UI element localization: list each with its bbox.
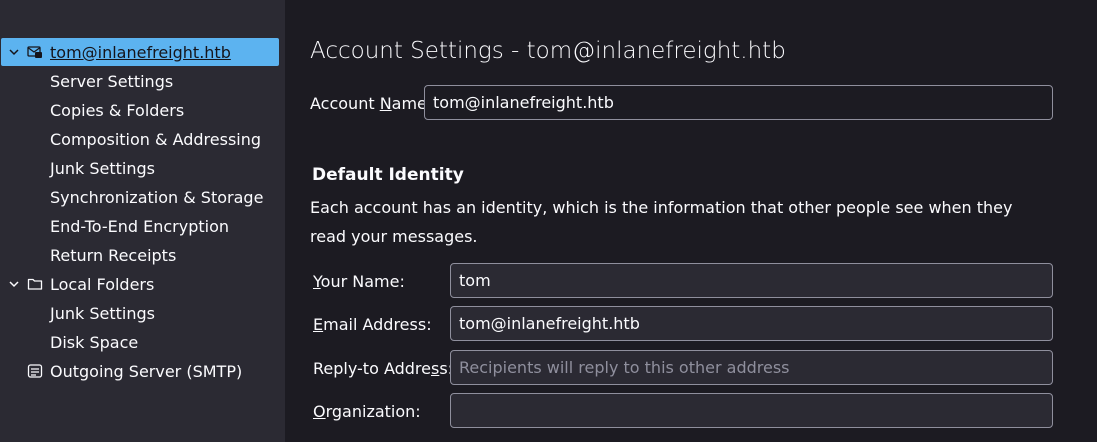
tree-item-label: Local Folders <box>50 274 155 294</box>
tree-item-label: Synchronization & Storage <box>50 187 264 207</box>
reply-to-input[interactable]: Recipients will reply to this other addr… <box>450 350 1053 385</box>
access-key: E <box>313 315 324 334</box>
label-part: our Name: <box>320 272 405 291</box>
default-identity-heading: Default Identity <box>312 165 464 185</box>
access-key: N <box>379 94 392 113</box>
tree-item-label: Composition & Addressing <box>50 129 262 149</box>
account-name-input[interactable]: tom@inlanefreight.htb <box>424 85 1053 120</box>
chevron-down-icon[interactable] <box>9 279 19 289</box>
chevron-down-icon[interactable] <box>9 47 19 57</box>
email-address-input[interactable]: tom@inlanefreight.htb <box>450 306 1053 341</box>
your-name-label: Your Name: <box>313 272 405 291</box>
tree-item-account[interactable]: tom@inlanefreight.htb <box>1 38 279 66</box>
label-part: Reply-to Addre <box>313 359 431 378</box>
folder-icon <box>27 276 43 292</box>
tree-item-label: Server Settings <box>50 71 174 91</box>
tree-item-label: Outgoing Server (SMTP) <box>50 361 243 381</box>
access-key: O <box>313 402 326 421</box>
account-name-label: Account Name: <box>310 94 432 113</box>
mail-account-icon <box>27 44 43 60</box>
label-part: Account <box>310 94 380 113</box>
account-tree-sidebar: tom@inlanefreight.htb Server Settings Co… <box>0 0 285 442</box>
organization-input[interactable] <box>450 393 1053 428</box>
your-name-input[interactable]: tom <box>450 263 1053 298</box>
label-part: rganization: <box>325 402 421 421</box>
tree-item-label: End-To-End Encryption <box>50 216 230 236</box>
organization-label: Organization: <box>313 402 421 421</box>
outgoing-server-icon <box>27 363 43 379</box>
reply-to-label: Reply-to Address: <box>313 359 453 378</box>
account-settings-panel: Account Settings - tom@inlanefreight.htb… <box>285 0 1097 442</box>
tree-item-label: Disk Space <box>50 332 139 352</box>
account-settings-window: tom@inlanefreight.htb Server Settings Co… <box>0 0 1097 442</box>
email-address-label: Email Address: <box>313 315 432 334</box>
identity-description: Each account has an identity, which is t… <box>310 198 1013 246</box>
tree-item-label: Junk Settings <box>50 158 155 178</box>
page-title: Account Settings - tom@inlanefreight.htb <box>310 38 786 64</box>
tree-item-account-label: tom@inlanefreight.htb <box>50 42 231 62</box>
label-part: mail Address: <box>323 315 432 334</box>
tree-item-label: Junk Settings <box>50 303 155 323</box>
tree-item-label: Copies & Folders <box>50 100 185 120</box>
access-key: Y <box>313 272 321 291</box>
tree-item-label: Return Receipts <box>50 245 177 265</box>
